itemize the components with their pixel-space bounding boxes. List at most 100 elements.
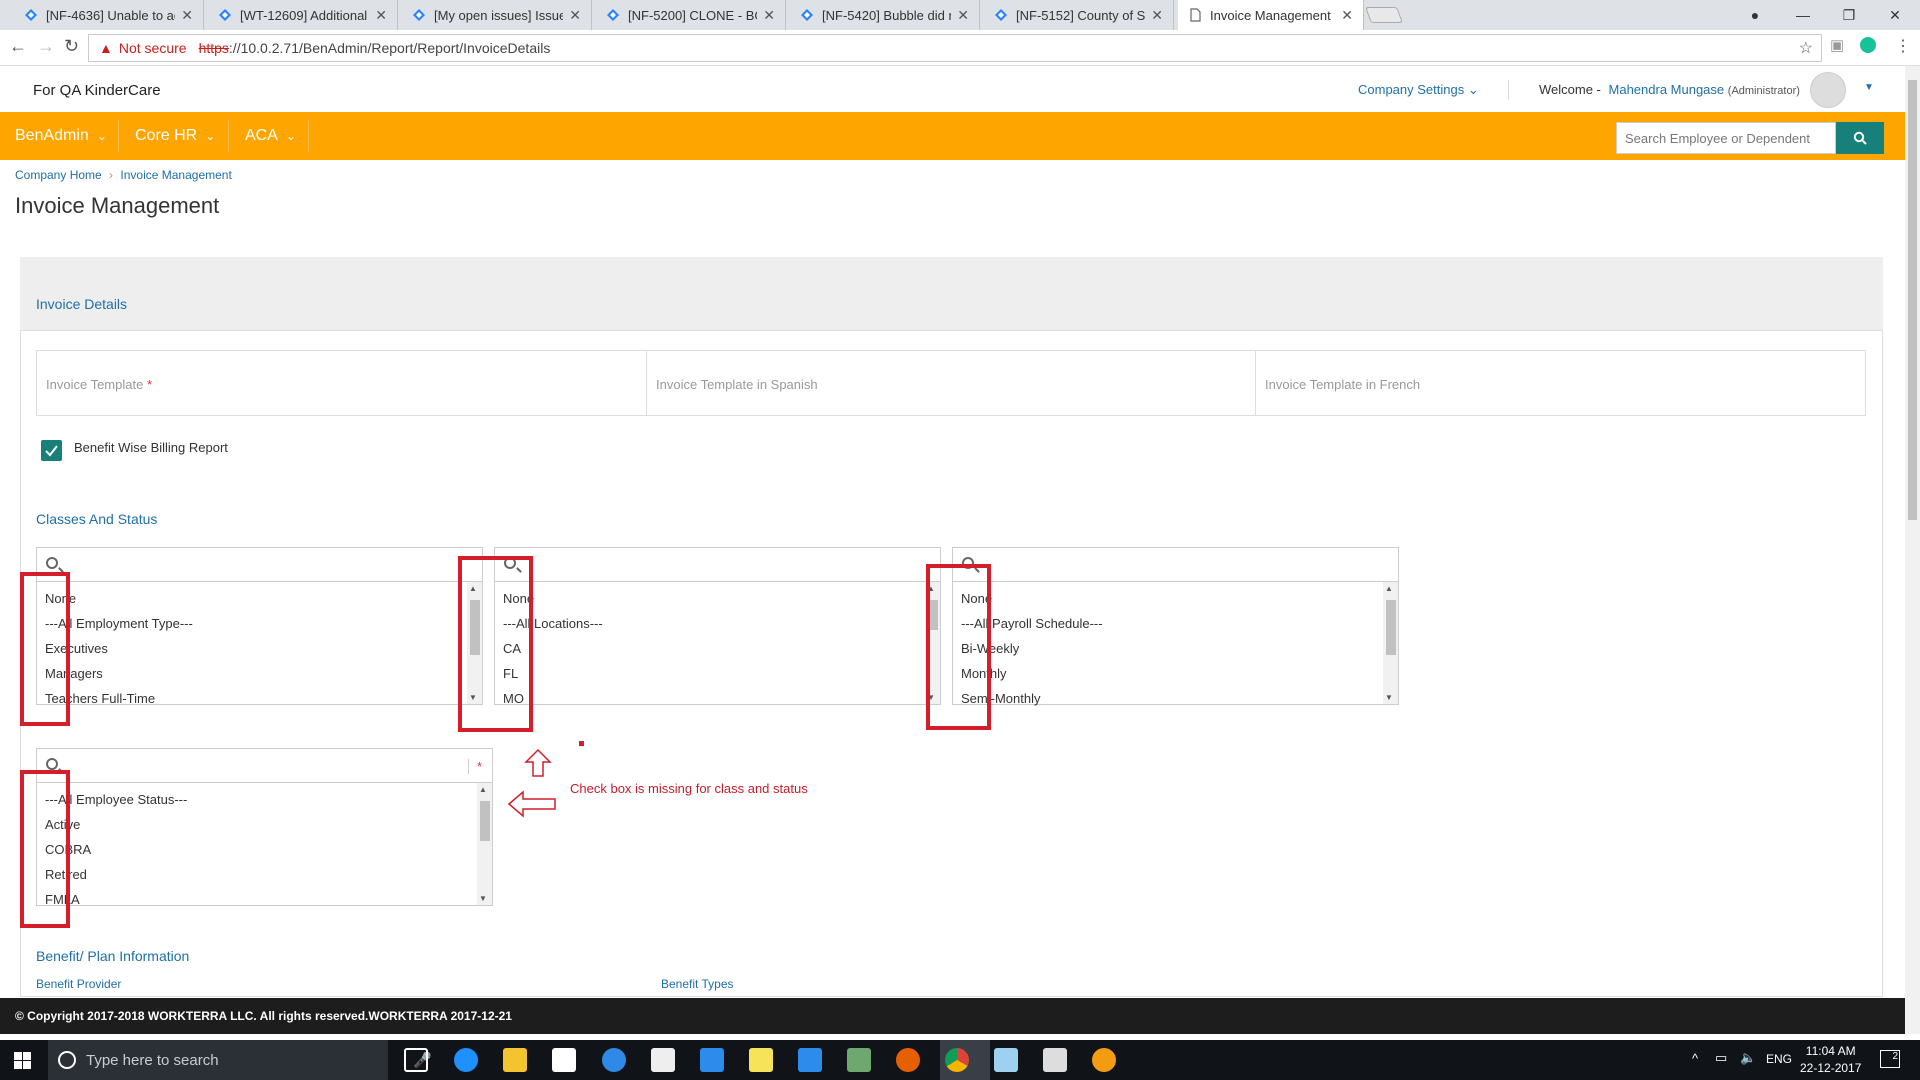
menu-icon[interactable]: ⋮	[1895, 36, 1911, 56]
list-item[interactable]: Bi-Weekly	[953, 636, 1398, 661]
locations-listbox[interactable]: None ---All Locations--- CA FL MO ▲ ▼	[494, 547, 941, 706]
user-name-link[interactable]: Mahendra Mungase	[1609, 82, 1725, 97]
task-view-icon[interactable]	[404, 1048, 428, 1072]
browser-tab[interactable]: [NF-4636] Unable to add ✕	[14, 0, 204, 30]
notifications-icon[interactable]: 2	[1880, 1050, 1900, 1068]
windows-start-icon[interactable]	[14, 1052, 31, 1069]
search-button[interactable]	[1836, 122, 1884, 154]
tab-close-icon[interactable]: ✕	[569, 7, 581, 24]
nav-core-hr[interactable]: Core HR ⌄	[135, 112, 215, 160]
nav-benadmin[interactable]: BenAdmin ⌄	[15, 112, 107, 160]
list-item[interactable]: Semi-Monthly	[953, 686, 1398, 711]
list-item[interactable]: MO	[495, 686, 940, 711]
tab-close-icon[interactable]: ✕	[181, 7, 193, 24]
browser-tab[interactable]: [NF-5152] County of Sutt ✕	[984, 0, 1174, 30]
avatar[interactable]	[1810, 72, 1846, 108]
list-item[interactable]: ---All Payroll Schedule---	[953, 611, 1398, 636]
tray-chevron-icon[interactable]: ^	[1692, 1051, 1698, 1066]
scroll-down-icon[interactable]: ▼	[1385, 693, 1393, 702]
employment-type-listbox[interactable]: None ---All Employment Type--- Executive…	[36, 547, 483, 706]
benefit-wise-billing-checkbox[interactable]	[41, 440, 62, 461]
list-item[interactable]: Retired	[37, 862, 492, 887]
edge-icon[interactable]	[454, 1048, 478, 1072]
page-scroll-thumb[interactable]	[1908, 80, 1917, 520]
firefox-icon[interactable]	[896, 1048, 920, 1072]
employee-status-listbox[interactable]: * ---All Employee Status--- Active COBRA…	[36, 748, 493, 907]
page-scrollbar[interactable]	[1905, 66, 1920, 1034]
invoice-template-field[interactable]: Invoice Template *	[36, 350, 647, 416]
forward-icon[interactable]: →	[37, 36, 55, 57]
browser-tab[interactable]: [WT-12609] Additional E ✕	[208, 0, 398, 30]
employee-search-input[interactable]: Search Employee or Dependent	[1616, 122, 1836, 154]
list-item[interactable]: ---All Locations---	[495, 611, 940, 636]
scroll-thumb[interactable]	[1386, 600, 1396, 655]
minimize-icon[interactable]: —	[1780, 0, 1826, 30]
list-item[interactable]: CA	[495, 636, 940, 661]
list-item[interactable]: Managers	[37, 661, 482, 686]
company-settings-menu[interactable]: Company Settings ⌄	[1358, 82, 1479, 98]
locations-search[interactable]	[495, 548, 940, 582]
sticky-notes-icon[interactable]	[749, 1048, 773, 1072]
list-item[interactable]: Monthly	[953, 661, 1398, 686]
new-tab-button[interactable]	[1365, 7, 1403, 23]
scrollbar[interactable]: ▲ ▼	[477, 783, 492, 905]
list-item[interactable]: Executives	[37, 636, 482, 661]
grammarly-icon[interactable]	[1860, 37, 1876, 53]
tab-close-icon[interactable]: ✕	[957, 7, 969, 24]
taskbar-search-box[interactable]: Type here to search 🎤	[48, 1040, 432, 1080]
payroll-schedule-search[interactable]	[953, 548, 1398, 582]
tab-close-icon[interactable]: ✕	[1151, 7, 1163, 24]
user-menu-caret-icon[interactable]: ▼	[1864, 82, 1874, 93]
browser-tab[interactable]: [My open issues] Issue n ✕	[402, 0, 592, 30]
taskbar-clock[interactable]: 11:04 AM 22-12-2017	[1800, 1043, 1861, 1077]
list-item[interactable]: ---All Employee Status---	[37, 787, 492, 812]
tab-close-icon[interactable]: ✕	[1341, 7, 1353, 24]
scroll-thumb[interactable]	[480, 801, 490, 841]
browser-app-icon[interactable]	[602, 1048, 626, 1072]
tab-close-icon[interactable]: ✕	[763, 7, 775, 24]
chrome-icon[interactable]	[945, 1048, 969, 1072]
browser-tab-active[interactable]: Invoice Management ✕	[1178, 0, 1364, 30]
tab-close-icon[interactable]: ✕	[375, 7, 387, 24]
list-item[interactable]: Teachers Full-Time	[37, 686, 482, 711]
restore-icon[interactable]: ❐	[1826, 0, 1872, 30]
back-icon[interactable]: ←	[9, 36, 27, 57]
network-app-icon[interactable]	[847, 1048, 871, 1072]
extension-icon[interactable]: ▣	[1830, 36, 1844, 54]
list-item[interactable]: COBRA	[37, 837, 492, 862]
language-indicator[interactable]: ENG	[1766, 1052, 1792, 1066]
list-item[interactable]: None	[495, 586, 940, 611]
profile-icon[interactable]: ●	[1732, 0, 1778, 30]
list-item[interactable]: None	[953, 586, 1398, 611]
list-item[interactable]: FL	[495, 661, 940, 686]
reload-icon[interactable]: ↻	[64, 36, 79, 57]
scrollbar[interactable]: ▲ ▼	[1383, 582, 1398, 704]
z-app-icon[interactable]	[798, 1048, 822, 1072]
payroll-schedule-listbox[interactable]: None ---All Payroll Schedule--- Bi-Weekl…	[952, 547, 1399, 706]
employee-status-search[interactable]: *	[37, 749, 492, 783]
viewer-icon[interactable]	[994, 1048, 1018, 1072]
star-icon[interactable]: ☆	[1799, 38, 1813, 58]
browser-tab[interactable]: [NF-5420] Bubble did no ✕	[790, 0, 980, 30]
browser-tab[interactable]: [NF-5200] CLONE - BCC ✕	[596, 0, 786, 30]
nav-aca[interactable]: ACA ⌄	[245, 112, 296, 160]
breadcrumb-current[interactable]: Invoice Management	[120, 168, 231, 182]
invoice-template-french-field[interactable]: Invoice Template in French	[1255, 350, 1866, 416]
list-item[interactable]: ---All Employment Type---	[37, 611, 482, 636]
url-bar[interactable]: ▲ Not secure https ://10.0.2.71/BenAdmin…	[88, 34, 1822, 62]
breadcrumb-home[interactable]: Company Home	[15, 168, 102, 182]
store-icon[interactable]	[552, 1048, 576, 1072]
list-item[interactable]: Active	[37, 812, 492, 837]
volume-icon[interactable]: 🔈	[1740, 1050, 1756, 1066]
list-item[interactable]: FMLA	[37, 887, 492, 912]
invoice-template-spanish-field[interactable]: Invoice Template in Spanish	[646, 350, 1256, 416]
employment-type-search[interactable]	[37, 548, 482, 582]
scroll-down-icon[interactable]: ▼	[479, 894, 487, 903]
flame-app-icon[interactable]	[1092, 1048, 1116, 1072]
scroll-up-icon[interactable]: ▲	[1385, 584, 1393, 593]
close-window-icon[interactable]: ✕	[1872, 0, 1918, 30]
file-explorer-icon[interactable]	[503, 1048, 527, 1072]
z-app-icon[interactable]	[700, 1048, 724, 1072]
mail-icon[interactable]	[651, 1048, 675, 1072]
list-item[interactable]: None	[37, 586, 482, 611]
